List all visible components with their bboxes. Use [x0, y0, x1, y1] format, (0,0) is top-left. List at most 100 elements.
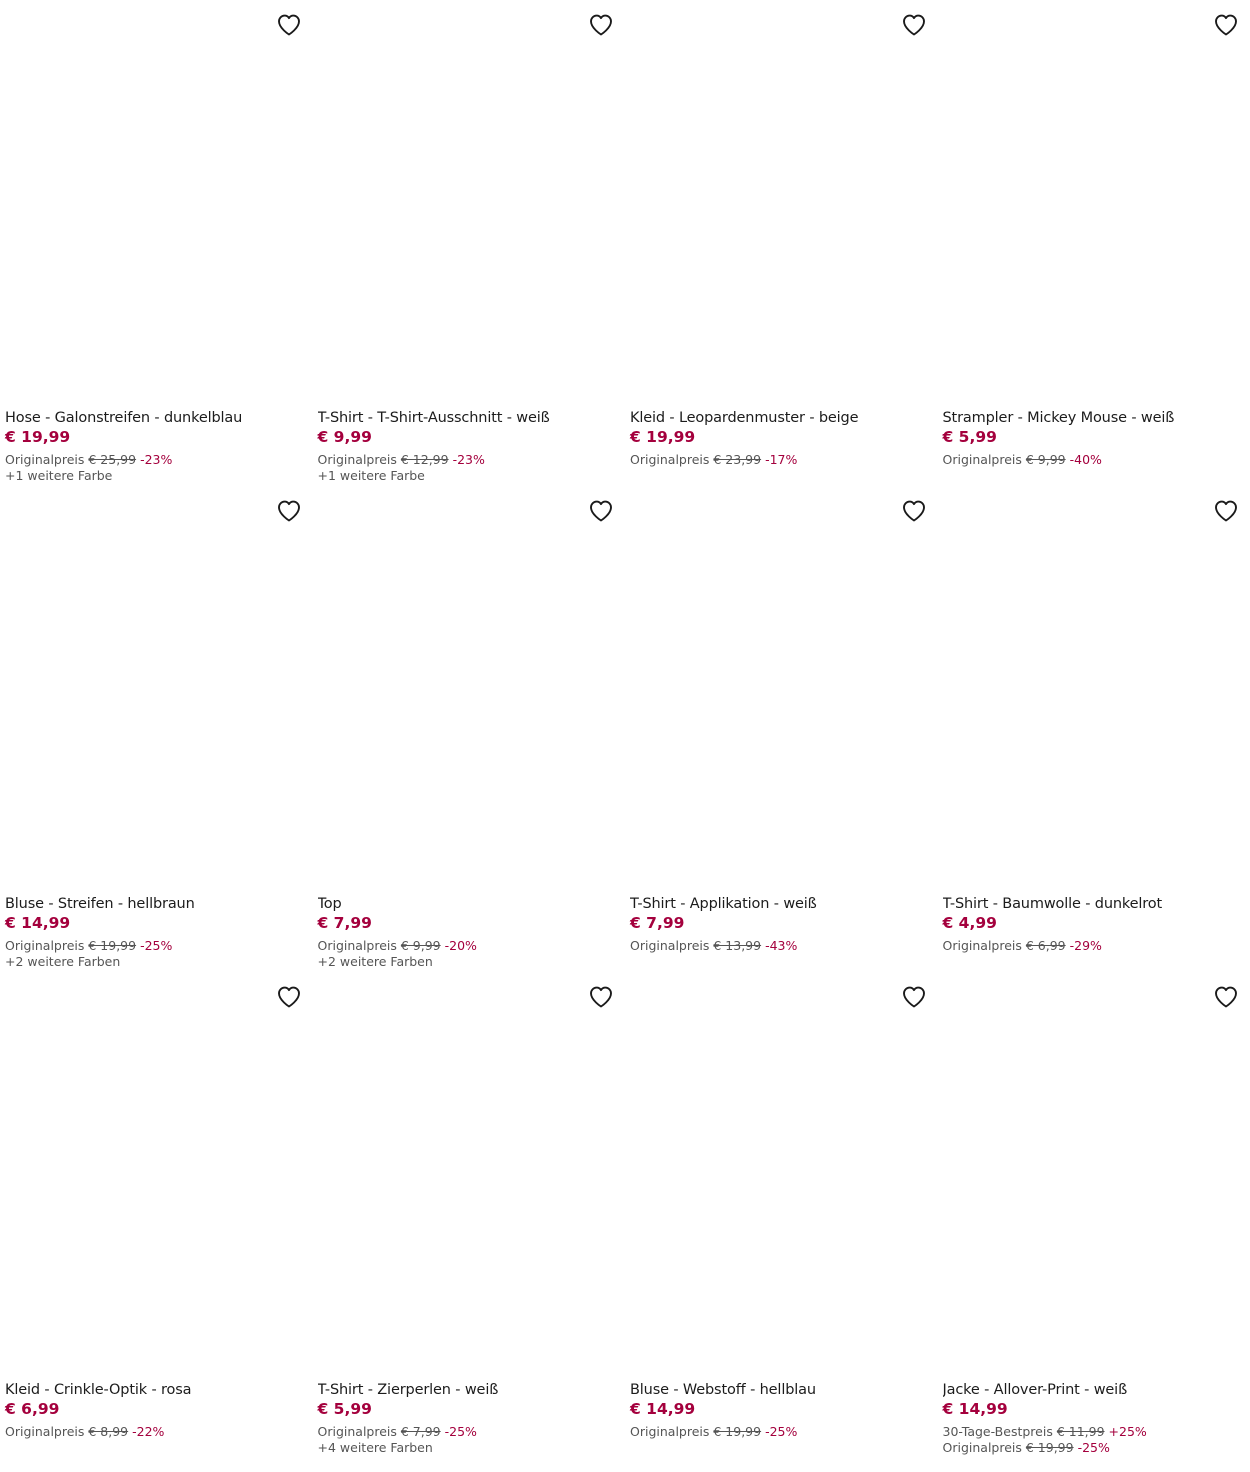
product-price: € 14,99	[942, 1400, 1008, 1418]
product-price: € 19,99	[630, 428, 696, 446]
discount-badge: -40%	[1069, 452, 1102, 467]
reference-price: Originalpreis € 7,99 -25%	[318, 1424, 621, 1440]
product-card[interactable]: T-Shirt - Zierperlen - weiß € 5,99 Origina…	[312, 972, 625, 1458]
product-title[interactable]: Jacke - Allover-Print - weiß	[943, 1380, 1246, 1400]
product-image[interactable]	[625, 0, 938, 402]
product-info: Bluse - Streifen - hellbraun € 14,99 Origi…	[5, 894, 308, 970]
wishlist-button[interactable]	[275, 497, 303, 525]
old-price: € 19,99	[1025, 1440, 1074, 1455]
product-card[interactable]: Kleid - Crinkle-Optik - rosa € 6,99 Origin…	[0, 972, 313, 1458]
old-price: € 19,99	[88, 938, 137, 953]
product-price: € 5,99	[942, 428, 997, 446]
heart-outline-icon	[902, 986, 926, 1008]
wishlist-button[interactable]	[900, 497, 928, 525]
product-price: € 5,99	[317, 1400, 372, 1418]
product-info: Bluse - Webstoff - hellblau € 14,99 Origin…	[630, 1380, 933, 1440]
product-card[interactable]: Kleid - Leopardenmuster - beige € 19,99 Or…	[625, 0, 938, 486]
heart-outline-icon	[277, 500, 301, 522]
product-image[interactable]	[937, 486, 1250, 888]
product-card[interactable]: Bluse - Webstoff - hellblau € 14,99 Origin…	[625, 972, 938, 1458]
reference-price: Originalpreis € 25,99 -23%	[5, 452, 308, 468]
product-title[interactable]: T-Shirt - Zierperlen - weiß	[318, 1380, 621, 1400]
product-image[interactable]	[937, 0, 1250, 402]
product-image[interactable]	[312, 0, 625, 402]
product-card[interactable]: Strampler - Mickey Mouse - weiß € 5,99 Ori…	[937, 0, 1250, 486]
discount-badge: -25%	[444, 1424, 477, 1439]
reference-price-label: Originalpreis	[942, 1440, 1022, 1455]
product-image[interactable]	[0, 0, 313, 402]
product-card[interactable]: T-Shirt - Baumwolle - dunkelrot € 4,99 Ori…	[937, 486, 1250, 972]
reference-price: Originalpreis € 6,99 -29%	[943, 938, 1246, 954]
reference-price: 30-Tage-Bestpreis € 11,99 +25%	[943, 1424, 1246, 1440]
product-card[interactable]: T-Shirt - T-Shirt-Ausschnitt - weiß € 9,9…	[312, 0, 625, 486]
product-info: Jacke - Allover-Print - weiß € 14,99 30-Ta…	[943, 1380, 1246, 1456]
product-title[interactable]: T-Shirt - Applikation - weiß	[630, 894, 933, 914]
product-card[interactable]: Bluse - Streifen - hellbraun € 14,99 Origi…	[0, 486, 313, 972]
reference-price-label: Originalpreis	[630, 938, 710, 953]
old-price: € 6,99	[1025, 938, 1066, 953]
old-price: € 11,99	[1056, 1424, 1105, 1439]
product-image[interactable]	[625, 486, 938, 888]
product-image[interactable]	[625, 972, 938, 1374]
wishlist-button[interactable]	[1212, 497, 1240, 525]
product-image[interactable]	[937, 972, 1250, 1374]
product-image[interactable]	[312, 486, 625, 888]
product-image[interactable]	[312, 972, 625, 1374]
heart-outline-icon	[277, 14, 301, 36]
old-price: € 13,99	[713, 938, 762, 953]
product-title[interactable]: Strampler - Mickey Mouse - weiß	[943, 408, 1246, 428]
more-colors-link[interactable]: +2 weitere Farben	[5, 954, 308, 970]
product-card[interactable]: Jacke - Allover-Print - weiß € 14,99 30-Ta…	[937, 972, 1250, 1458]
product-info: T-Shirt - Applikation - weiß € 7,99 Origin…	[630, 894, 933, 954]
discount-badge: -25%	[765, 1424, 798, 1439]
product-title[interactable]: T-Shirt - Baumwolle - dunkelrot	[943, 894, 1246, 914]
wishlist-button[interactable]	[275, 11, 303, 39]
heart-outline-icon	[277, 986, 301, 1008]
product-card[interactable]: Hose - Galonstreifen - dunkelblau € 19,99…	[0, 0, 313, 486]
product-title[interactable]: Top	[318, 894, 621, 914]
wishlist-button[interactable]	[587, 497, 615, 525]
product-image[interactable]	[0, 972, 313, 1374]
product-title[interactable]: Hose - Galonstreifen - dunkelblau	[5, 408, 308, 428]
wishlist-button[interactable]	[1212, 11, 1240, 39]
product-title[interactable]: T-Shirt - T-Shirt-Ausschnitt - weiß	[318, 408, 621, 428]
more-colors-link[interactable]: +2 weitere Farben	[318, 954, 621, 970]
discount-badge: -17%	[765, 452, 798, 467]
wishlist-button[interactable]	[900, 983, 928, 1011]
product-title[interactable]: Kleid - Crinkle-Optik - rosa	[5, 1380, 308, 1400]
discount-badge: -22%	[132, 1424, 165, 1439]
reference-price-label: 30-Tage-Bestpreis	[942, 1424, 1053, 1439]
more-colors-link[interactable]: +1 weitere Farbe	[318, 468, 621, 484]
reference-price: Originalpreis € 19,99 -25%	[630, 1424, 933, 1440]
old-price: € 9,99	[1025, 452, 1066, 467]
old-price: € 25,99	[88, 452, 137, 467]
reference-price: Originalpreis € 12,99 -23%	[318, 452, 621, 468]
product-image[interactable]	[0, 486, 313, 888]
old-price: € 12,99	[400, 452, 449, 467]
reference-price-label: Originalpreis	[5, 1424, 85, 1439]
reference-price-label: Originalpreis	[317, 452, 397, 467]
product-card[interactable]: T-Shirt - Applikation - weiß € 7,99 Origin…	[625, 486, 938, 972]
wishlist-button[interactable]	[587, 11, 615, 39]
product-price: € 7,99	[630, 914, 685, 932]
reference-price: Originalpreis € 9,99 -20%	[318, 938, 621, 954]
discount-badge: -20%	[444, 938, 477, 953]
product-title[interactable]: Kleid - Leopardenmuster - beige	[630, 408, 933, 428]
wishlist-button[interactable]	[275, 983, 303, 1011]
product-info: T-Shirt - T-Shirt-Ausschnitt - weiß € 9,9…	[318, 408, 621, 484]
product-title[interactable]: Bluse - Webstoff - hellblau	[630, 1380, 933, 1400]
wishlist-button[interactable]	[587, 983, 615, 1011]
more-colors-link[interactable]: +4 weitere Farben	[318, 1440, 621, 1456]
product-title[interactable]: Bluse - Streifen - hellbraun	[5, 894, 308, 914]
more-colors-link[interactable]: +1 weitere Farbe	[5, 468, 308, 484]
old-price: € 8,99	[88, 1424, 129, 1439]
wishlist-button[interactable]	[1212, 983, 1240, 1011]
reference-price-label: Originalpreis	[942, 938, 1022, 953]
wishlist-button[interactable]	[900, 11, 928, 39]
product-info: Kleid - Crinkle-Optik - rosa € 6,99 Origin…	[5, 1380, 308, 1440]
product-card[interactable]: Top € 7,99 Originalpreis € 9,99 -20% +2 wei…	[312, 486, 625, 972]
reference-price-label: Originalpreis	[317, 1424, 397, 1439]
discount-badge: -25%	[140, 938, 173, 953]
heart-outline-icon	[1214, 500, 1238, 522]
old-price: € 19,99	[713, 1424, 762, 1439]
